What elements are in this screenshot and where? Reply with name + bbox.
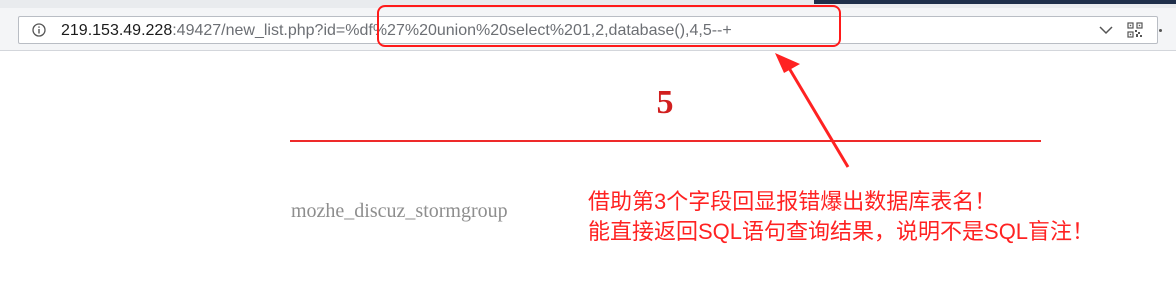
more-icon[interactable] [1159, 29, 1162, 32]
annotation-line-1: 借助第3个字段回显报错爆出数据库表名！ [588, 189, 997, 214]
chevron-down-icon[interactable] [1099, 25, 1113, 35]
info-icon[interactable] [32, 23, 46, 37]
annotation-note: 借助第3个字段回显报错爆出数据库表名！ 能直接返回SQL语句查询结果，说明不是S… [588, 187, 1173, 247]
database-name-result: mozhe_discuz_stormgroup [291, 200, 508, 222]
annotation-line-2: 能直接返回SQL语句查询结果，说明不是SQL盲注！ [588, 219, 1095, 244]
url-host: 219.153.49.228 [61, 22, 173, 39]
browser-tab[interactable] [814, 0, 1176, 4]
url-highlight-box [377, 5, 841, 47]
qr-code-icon[interactable] [1127, 22, 1143, 38]
page-number: 5 [656, 84, 674, 121]
content-divider [290, 140, 1041, 142]
